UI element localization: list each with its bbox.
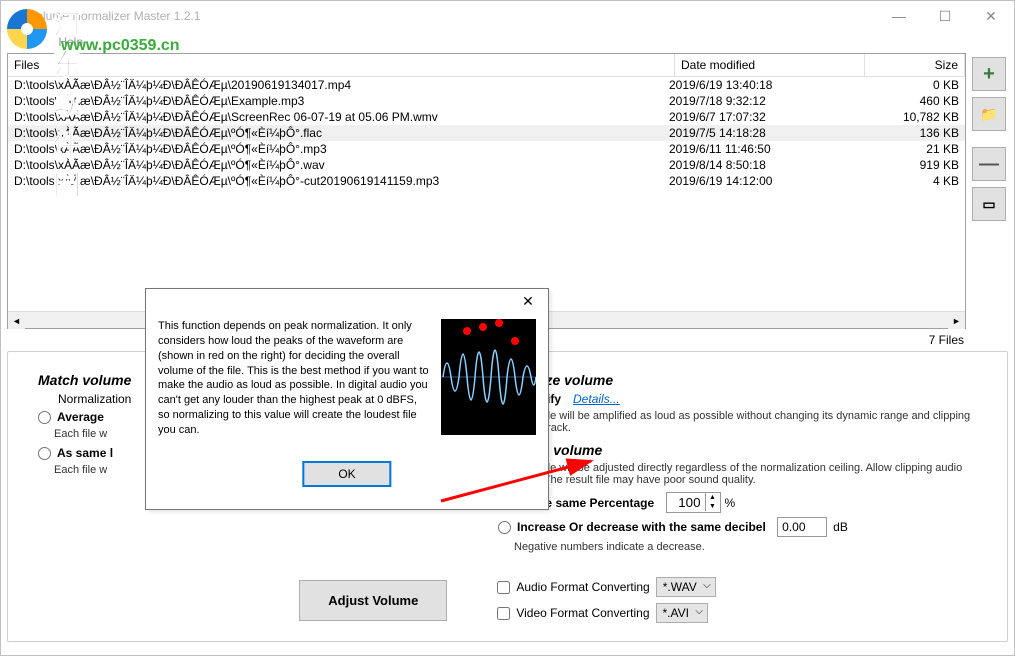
average-radio[interactable] xyxy=(38,411,51,424)
close-button[interactable]: ✕ xyxy=(968,1,1014,31)
scroll-left-icon[interactable]: ◄ xyxy=(8,312,25,329)
tooltip-ok-button[interactable]: OK xyxy=(302,461,391,487)
adjust-volume-button[interactable]: Adjust Volume xyxy=(299,580,447,621)
col-date[interactable]: Date modified xyxy=(675,54,865,76)
col-files[interactable]: Files xyxy=(8,54,675,76)
decibel-label: Increase Or decrease with the same decib… xyxy=(517,520,766,534)
file-rows: D:\tools\xÀÃæ\ÐÂ½¨ÎÄ¼þ¼Ð\ÐÂÊÓÆµ\20190619… xyxy=(8,77,965,311)
average-label: Average xyxy=(57,410,104,424)
file-headers: Files Date modified Size xyxy=(8,54,965,77)
maximize-button[interactable]: ☐ xyxy=(922,1,968,31)
file-name: D:\tools\xÀÃæ\ÐÂ½¨ÎÄ¼þ¼Ð\ÐÂÊÓÆµ\Example.… xyxy=(14,94,669,108)
file-date: 2019/6/19 14:12:00 xyxy=(669,174,859,188)
file-date: 2019/7/18 9:32:12 xyxy=(669,94,859,108)
file-size: 0 KB xyxy=(859,78,959,92)
video-format-checkbox[interactable] xyxy=(497,607,510,620)
audio-format-checkbox[interactable] xyxy=(497,581,510,594)
percentage-unit: % xyxy=(725,496,736,510)
file-size: 919 KB xyxy=(859,158,959,172)
file-name: D:\tools\xÀÃæ\ÐÂ½¨ÎÄ¼þ¼Ð\ÐÂÊÓÆµ\ºÓ¶«Èí¼þ… xyxy=(14,174,669,188)
table-row[interactable]: D:\tools\xÀÃæ\ÐÂ½¨ÎÄ¼þ¼Ð\ÐÂÊÓÆµ\ºÓ¶«Èí¼þ… xyxy=(8,157,965,173)
spin-up-icon[interactable]: ▲ xyxy=(705,493,720,502)
side-buttons: + 📁 — ▭ xyxy=(972,53,1008,329)
file-name: D:\tools\xÀÃæ\ÐÂ½¨ÎÄ¼þ¼Ð\ÐÂÊÓÆµ\ºÓ¶«Èí¼þ… xyxy=(14,158,669,172)
table-row[interactable]: D:\tools\xÀÃæ\ÐÂ½¨ÎÄ¼þ¼Ð\ÐÂÊÓÆµ\ºÓ¶«Èí¼þ… xyxy=(8,125,965,141)
negative-note: Negative numbers indicate a decrease. xyxy=(514,541,977,553)
tooltip-close-button[interactable]: ✕ xyxy=(514,293,542,313)
col-size[interactable]: Size xyxy=(865,54,965,76)
table-row[interactable]: D:\tools\xÀÃæ\ÐÂ½¨ÎÄ¼þ¼Ð\ÐÂÊÓÆµ\ºÓ¶«Èí¼þ… xyxy=(8,141,965,157)
file-size: 10,782 KB xyxy=(859,110,959,124)
scroll-right-icon[interactable]: ► xyxy=(948,312,965,329)
file-size: 4 KB xyxy=(859,174,959,188)
table-row[interactable]: D:\tools\xÀÃæ\ÐÂ½¨ÎÄ¼þ¼Ð\ÐÂÊÓÆµ\20190619… xyxy=(8,77,965,93)
file-size: 21 KB xyxy=(859,142,959,156)
video-format-label: Video Format Converting xyxy=(516,606,649,620)
file-date: 2019/6/7 17:07:32 xyxy=(669,110,859,124)
window-title: Volume Normalizer Master 1.2.1 xyxy=(29,9,200,23)
assame-radio[interactable] xyxy=(38,447,51,460)
details-link[interactable]: Details... xyxy=(573,392,620,406)
file-size: 136 KB xyxy=(859,126,959,140)
app-icon xyxy=(7,8,23,24)
audio-format-select[interactable]: *.WAV xyxy=(656,577,716,597)
clear-button[interactable]: ▭ xyxy=(972,187,1006,221)
file-name: D:\tools\xÀÃæ\ÐÂ½¨ÎÄ¼þ¼Ð\ÐÂÊÓÆµ\ScreenRe… xyxy=(14,110,669,124)
spin-down-icon[interactable]: ▼ xyxy=(705,502,720,511)
decibel-unit: dB xyxy=(833,520,848,534)
maximize-title: Maximize volume xyxy=(498,372,977,388)
audio-format-label: Audio Format Converting xyxy=(516,580,649,594)
percentage-spinner[interactable]: ▲▼ xyxy=(666,492,721,513)
add-folder-button[interactable]: 📁 xyxy=(972,97,1006,131)
add-file-button[interactable]: + xyxy=(972,57,1006,91)
file-size: 460 KB xyxy=(859,94,959,108)
assame-label: As same l xyxy=(57,446,113,460)
table-row[interactable]: D:\tools\xÀÃæ\ÐÂ½¨ÎÄ¼þ¼Ð\ÐÂÊÓÆµ\ScreenRe… xyxy=(8,109,965,125)
menubar: File Help xyxy=(1,31,1014,53)
bottom-controls: Adjust Volume Audio Format Converting *.… xyxy=(18,569,997,631)
percentage-input[interactable] xyxy=(667,493,703,512)
file-name: D:\tools\xÀÃæ\ÐÂ½¨ÎÄ¼þ¼Ð\ÐÂÊÓÆµ\ºÓ¶«Èí¼þ… xyxy=(14,126,669,140)
file-date: 2019/6/19 13:40:18 xyxy=(669,78,859,92)
remove-button[interactable]: — xyxy=(972,147,1006,181)
file-date: 2019/8/14 8:50:18 xyxy=(669,158,859,172)
file-name: D:\tools\xÀÃæ\ÐÂ½¨ÎÄ¼þ¼Ð\ÐÂÊÓÆµ\ºÓ¶«Èí¼þ… xyxy=(14,142,669,156)
file-date: 2019/7/5 14:18:28 xyxy=(669,126,859,140)
annotation-arrow-icon xyxy=(431,411,611,511)
decibel-input[interactable] xyxy=(777,517,827,537)
table-row[interactable]: D:\tools\xÀÃæ\ÐÂ½¨ÎÄ¼þ¼Ð\ÐÂÊÓÆµ\Example.… xyxy=(8,93,965,109)
decibel-radio[interactable] xyxy=(498,521,511,534)
table-row[interactable]: D:\tools\xÀÃæ\ÐÂ½¨ÎÄ¼þ¼Ð\ÐÂÊÓÆµ\ºÓ¶«Èí¼þ… xyxy=(8,173,965,189)
menu-help[interactable]: Help xyxy=(48,31,93,53)
titlebar[interactable]: Volume Normalizer Master 1.2.1 — ☐ ✕ xyxy=(1,1,1014,31)
menu-file[interactable]: File xyxy=(9,31,48,53)
minimize-button[interactable]: — xyxy=(876,1,922,31)
tooltip-text: This function depends on peak normalizat… xyxy=(158,319,431,438)
video-format-select[interactable]: *.AVI xyxy=(656,603,708,623)
file-date: 2019/6/11 11:46:50 xyxy=(669,142,859,156)
app-window: 河东软件园 www.pc0359.cn Volume Normalizer Ma… xyxy=(0,0,1015,656)
file-name: D:\tools\xÀÃæ\ÐÂ½¨ÎÄ¼þ¼Ð\ÐÂÊÓÆµ\20190619… xyxy=(14,78,669,92)
